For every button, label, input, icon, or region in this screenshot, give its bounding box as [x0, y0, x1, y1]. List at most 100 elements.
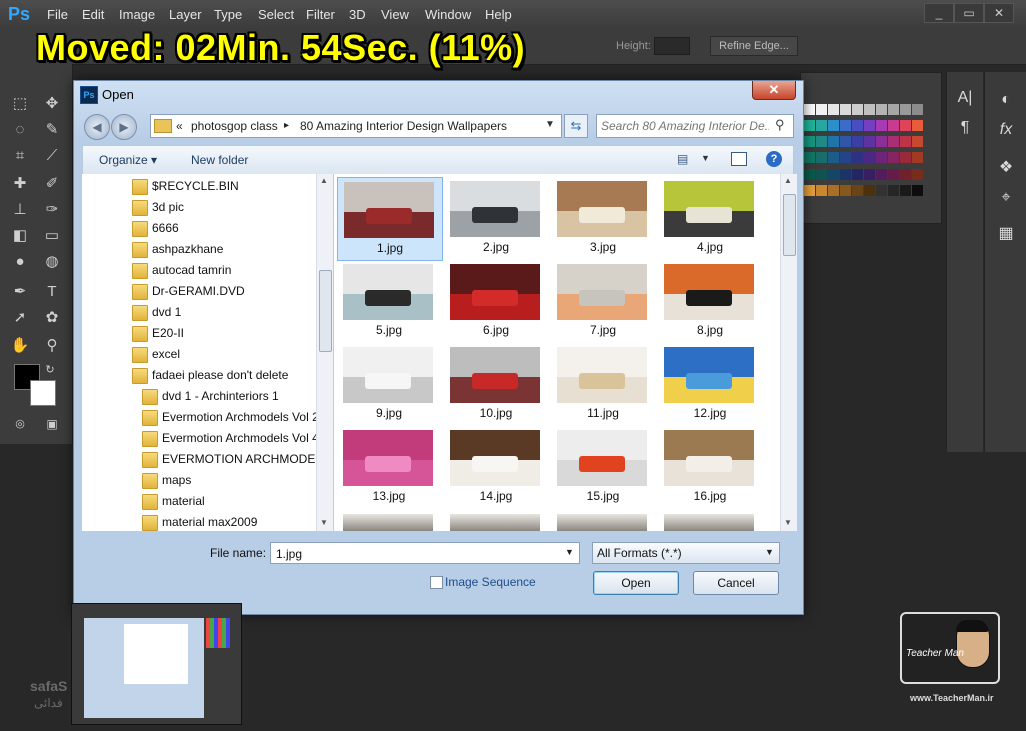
folder-tree-item[interactable]: $RECYCLE.BIN — [82, 176, 322, 196]
color-swatch[interactable] — [876, 184, 887, 196]
shape-icon[interactable]: ✿ — [42, 308, 62, 328]
folder-tree-item[interactable]: dvd 1 - Archinteriors 1 — [82, 386, 322, 406]
image-sequence-label[interactable]: Image Sequence — [445, 575, 536, 589]
color-swatch[interactable] — [804, 136, 815, 148]
file-list-scroll-thumb[interactable] — [783, 194, 796, 256]
open-button[interactable]: Open — [593, 571, 679, 595]
restore-icon[interactable]: ▭ — [954, 3, 984, 23]
folder-tree-item[interactable]: Evermotion Archmodels Vol 4 — [82, 428, 322, 448]
color-swatch[interactable] — [888, 152, 899, 164]
scroll-down-icon[interactable]: ▼ — [320, 518, 328, 527]
eraser-icon[interactable]: ◧ — [10, 226, 30, 246]
height-field[interactable] — [654, 37, 690, 55]
file-tile[interactable]: 11.jpg — [551, 343, 655, 425]
menu-view[interactable]: View — [381, 7, 409, 22]
color-swatch[interactable] — [912, 104, 923, 115]
view-options-chevron-icon[interactable]: ▼ — [701, 153, 710, 163]
color-swatch[interactable] — [828, 120, 839, 132]
color-swatch[interactable] — [900, 104, 911, 115]
quick-mask-icon[interactable]: ◎ — [10, 414, 30, 434]
breadcrumb-current[interactable]: 80 Amazing Interior Design Wallpapers — [300, 119, 507, 133]
color-swatch[interactable] — [840, 120, 851, 132]
swatch-grid[interactable] — [804, 104, 924, 200]
color-swatch[interactable] — [804, 104, 815, 115]
dodge-icon[interactable]: ◍ — [42, 252, 62, 272]
paragraph-panel-icon[interactable]: ¶ — [953, 118, 977, 138]
character-panel-icon[interactable]: A| — [953, 88, 977, 108]
paths-icon[interactable]: ⌖ — [994, 188, 1018, 208]
gradient-icon[interactable]: ▭ — [42, 226, 62, 246]
color-swatch[interactable] — [876, 168, 887, 180]
minimize-icon[interactable]: _ — [924, 3, 954, 23]
color-swatch[interactable] — [864, 104, 875, 115]
menu-edit[interactable]: Edit — [82, 7, 104, 22]
folder-tree-item[interactable]: material max2009 — [82, 512, 322, 531]
file-tile[interactable]: 2.jpg — [444, 177, 548, 259]
color-swatch[interactable] — [900, 120, 911, 132]
folder-tree-item[interactable]: 3d pic — [82, 197, 322, 217]
folder-tree-item[interactable]: Evermotion Archmodels Vol 2 — [82, 407, 322, 427]
folder-tree-item[interactable]: material — [82, 491, 322, 511]
file-thumbnail-partial[interactable] — [450, 514, 540, 531]
adjustments-icon[interactable]: ◐ — [994, 90, 1018, 110]
crop-icon[interactable]: ⌗ — [10, 146, 30, 166]
pen-icon[interactable]: ✒ — [10, 282, 30, 302]
new-folder-button[interactable]: New folder — [191, 153, 248, 167]
color-swatch[interactable] — [816, 136, 827, 148]
color-swatch[interactable] — [840, 104, 851, 115]
image-sequence-checkbox[interactable] — [430, 576, 443, 589]
file-thumbnail-partial[interactable] — [343, 514, 433, 531]
color-swatch[interactable] — [900, 184, 911, 196]
color-swatch[interactable] — [900, 168, 911, 180]
folder-tree-item[interactable]: ashpazkhane — [82, 239, 322, 259]
scroll-up-icon[interactable]: ▲ — [320, 176, 328, 185]
chevron-down-icon[interactable]: ▼ — [545, 119, 555, 130]
3d-icon[interactable]: ▦ — [994, 224, 1018, 244]
styles-fx-icon[interactable]: fx — [994, 120, 1018, 140]
color-swatch[interactable] — [816, 120, 827, 132]
background-color-swatch[interactable] — [30, 380, 56, 406]
file-tile[interactable]: 14.jpg — [444, 426, 548, 508]
marquee-icon[interactable]: ⬚ — [10, 94, 30, 114]
menu-window[interactable]: Window — [425, 7, 471, 22]
color-swatch[interactable] — [828, 168, 839, 180]
breadcrumb-chevron[interactable]: « — [176, 119, 183, 133]
channels-icon[interactable]: ❖ — [994, 158, 1018, 178]
quick-select-icon[interactable]: ✎ — [42, 120, 62, 140]
folder-tree-item[interactable]: Dr-GERAMI.DVD — [82, 281, 322, 301]
color-swatch[interactable] — [852, 136, 863, 148]
brush-icon[interactable]: ✐ — [42, 174, 62, 194]
help-icon[interactable]: ? — [766, 151, 782, 167]
file-tile[interactable]: 10.jpg — [444, 343, 548, 425]
folder-tree-item[interactable]: autocad tamrin — [82, 260, 322, 280]
folder-tree-item[interactable]: EVERMOTION ARCHMODELS — [82, 449, 330, 469]
color-swatch[interactable] — [864, 168, 875, 180]
file-tile[interactable]: 13.jpg — [337, 426, 441, 508]
color-swatch[interactable] — [852, 104, 863, 115]
color-swatch[interactable] — [816, 152, 827, 164]
color-swatch[interactable] — [864, 184, 875, 196]
swap-colors-icon[interactable]: ↻ — [40, 360, 60, 380]
organize-button[interactable]: Organize ▾ — [99, 153, 157, 167]
file-thumbnail-partial[interactable] — [664, 514, 754, 531]
back-arrow-icon[interactable]: ◀ — [84, 114, 110, 140]
scroll-up-icon[interactable]: ▲ — [784, 176, 792, 185]
color-swatch[interactable] — [828, 104, 839, 115]
lasso-icon[interactable]: ◌ — [10, 120, 30, 140]
refine-edge-button[interactable]: Refine Edge... — [710, 36, 798, 56]
color-swatch[interactable] — [876, 104, 887, 115]
refresh-icon[interactable]: ⇆ — [564, 114, 588, 138]
type-tool-icon[interactable]: T — [42, 282, 62, 302]
color-swatch[interactable] — [912, 168, 923, 180]
color-swatch[interactable] — [840, 152, 851, 164]
folder-tree-item[interactable]: fadaei please don't delete — [82, 365, 322, 385]
color-swatch[interactable] — [804, 168, 815, 180]
color-swatch[interactable] — [876, 120, 887, 132]
breadcrumb-separator-icon[interactable]: ▸ — [284, 120, 289, 131]
color-swatch[interactable] — [804, 184, 815, 196]
navigation-scroll-thumb[interactable] — [319, 270, 332, 352]
address-bar[interactable]: « photosgop class ▸ 80 Amazing Interior … — [150, 114, 562, 138]
stamp-icon[interactable]: ⊥ — [10, 200, 30, 220]
color-swatch[interactable] — [852, 168, 863, 180]
color-swatch[interactable] — [888, 168, 899, 180]
